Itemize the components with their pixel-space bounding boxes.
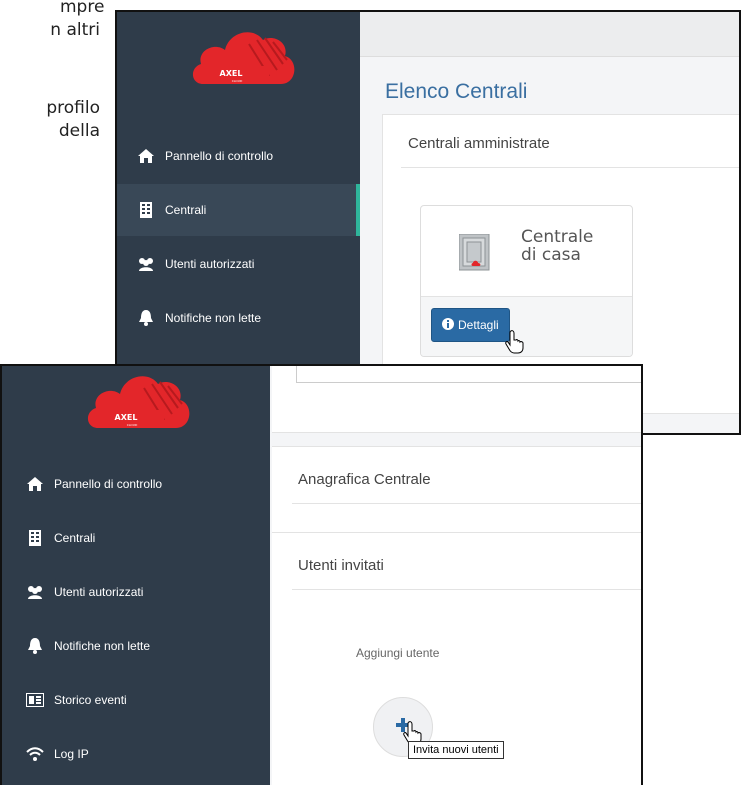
logo-text: AXEL: [115, 413, 138, 422]
bell-icon: [26, 637, 44, 655]
invited-users-panel: Utenti invitati Aggiungi utente Invita n…: [272, 532, 641, 785]
anagrafica-title: Anagrafica Centrale: [298, 471, 431, 488]
sidebar-item-label: Log IP: [54, 747, 89, 761]
sidebar-item-label: Pannello di controllo: [54, 477, 163, 491]
doc-text-fragment: profilo: [46, 98, 100, 118]
users-icon: [137, 255, 155, 273]
page-title: Elenco Centrali: [385, 80, 528, 103]
wifi-icon: [26, 745, 44, 763]
centrale-card[interactable]: Centrale di casa Dettagli: [420, 205, 633, 357]
history-icon: [26, 691, 44, 709]
sidebar-item-logip[interactable]: Log IP: [2, 728, 270, 780]
details-button-label: Dettagli: [458, 318, 499, 332]
home-icon: [26, 475, 44, 493]
logo-subtext: CLOUD: [232, 79, 243, 83]
users-icon: [26, 583, 44, 601]
sidebar-item-pannello[interactable]: Pannello di controllo: [2, 458, 270, 510]
sidebar-item-pannello[interactable]: Pannello di controllo: [117, 130, 360, 182]
building-icon: [26, 529, 44, 547]
sidebar-item-utenti[interactable]: Utenti autorizzati: [117, 238, 360, 290]
logo-subtext: CLOUD: [127, 423, 138, 427]
top-bar: [360, 12, 739, 57]
add-user-tooltip: Invita nuovi utenti: [408, 741, 504, 759]
home-icon: [137, 147, 155, 165]
details-button[interactable]: Dettagli: [431, 308, 510, 342]
centrale-name-line2: di casa: [521, 245, 581, 265]
sidebar-item-label: Utenti autorizzati: [54, 585, 144, 599]
section-title: Centrali amministrate: [408, 135, 550, 152]
info-panel: [272, 366, 641, 433]
sidebar-item-label: Centrali: [165, 203, 207, 217]
divider: [292, 589, 641, 590]
building-icon: [137, 201, 155, 219]
axel-cloud-logo[interactable]: AXEL CLOUD: [84, 366, 194, 443]
info-icon: [442, 317, 454, 333]
add-user-label: Aggiungi utente: [356, 646, 440, 660]
sidebar-item-notifiche[interactable]: Notifiche non lette: [2, 620, 270, 672]
sidebar-item-label: Notifiche non lette: [165, 311, 262, 325]
sidebar-item-label: Storico eventi: [54, 693, 127, 707]
sidebar: AXEL CLOUD Pannello di controllo Central…: [2, 366, 270, 785]
doc-text-fragment: mpre: [60, 0, 105, 17]
invited-users-title: Utenti invitati: [298, 557, 384, 574]
sidebar-item-label: Utenti autorizzati: [165, 257, 255, 271]
anagrafica-panel: Anagrafica Centrale: [272, 446, 641, 532]
centrale-name: Centrale di casa: [521, 228, 593, 264]
hand-cursor-icon: [505, 330, 525, 359]
sidebar-item-storico[interactable]: Storico eventi: [2, 674, 270, 726]
divider: [292, 503, 641, 504]
axel-cloud-logo[interactable]: AXEL CLOUD: [189, 22, 299, 99]
doc-text-fragment: della: [58, 121, 100, 141]
sidebar-item-utenti[interactable]: Utenti autorizzati: [2, 566, 270, 618]
bell-icon: [137, 309, 155, 327]
card-footer: Dettagli: [421, 296, 632, 356]
sidebar-item-label: Notifiche non lette: [54, 639, 151, 653]
sidebar-item-notifiche[interactable]: Notifiche non lette: [117, 292, 360, 344]
centrale-name-line1: Centrale: [521, 227, 594, 247]
doc-text-fragment: n altri: [50, 20, 100, 40]
sidebar-item-label: Centrali: [54, 531, 96, 545]
control-panel-icon: [458, 233, 491, 277]
info-box: [296, 366, 641, 383]
sidebar-item-centrali[interactable]: Centrali: [117, 184, 360, 236]
logo-text: AXEL: [220, 69, 243, 78]
centrale-detail-window: AXEL CLOUD Pannello di controllo Central…: [0, 364, 643, 785]
sidebar-item-centrali[interactable]: Centrali: [2, 512, 270, 564]
divider: [401, 167, 739, 168]
sidebar-item-label: Pannello di controllo: [165, 149, 274, 163]
